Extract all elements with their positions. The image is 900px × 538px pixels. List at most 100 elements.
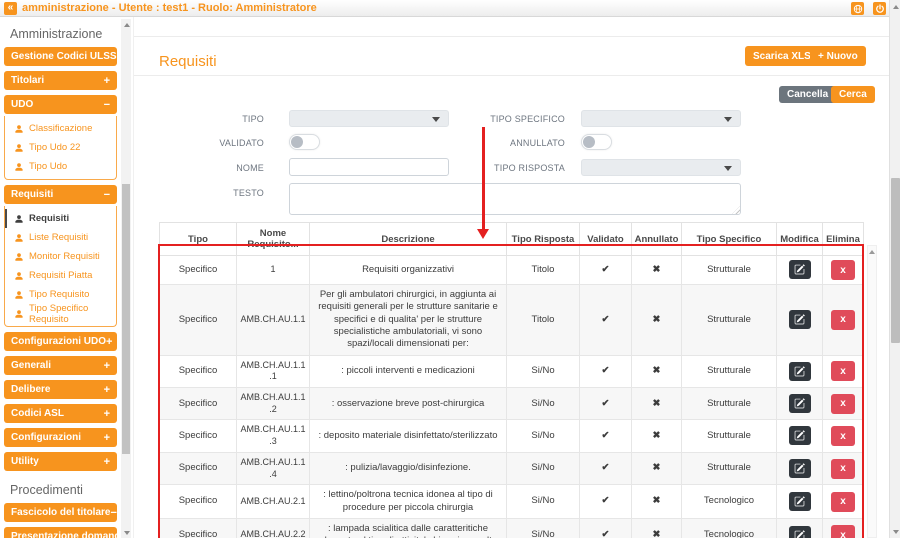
sidebar-item-configurazioni-udo[interactable]: Configurazioni UDO +	[4, 332, 117, 351]
validato-toggle[interactable]	[289, 134, 320, 150]
person-icon	[15, 271, 23, 280]
modifica-button[interactable]	[788, 361, 811, 381]
annullato-toggle[interactable]	[581, 134, 612, 150]
testo-label: TESTO	[233, 188, 264, 198]
column-header-nome-requisito[interactable]: Nome Requisito...	[236, 222, 310, 256]
window-title: amministrazione - Utente : test1 - Ruolo…	[22, 2, 317, 14]
minus-icon: −	[110, 506, 117, 519]
table-row: Specifico AMB.CH.AU.1.1 Per gli ambulatori…	[159, 284, 864, 356]
sidebar-subitem-requisiti[interactable]: Requisiti	[5, 209, 116, 228]
table-row: Specifico AMB.CH.AU.1.1.2: osservazione b…	[159, 387, 864, 421]
testo-textarea[interactable]	[289, 183, 741, 215]
tipo-select[interactable]	[289, 110, 449, 127]
tipo-specifico-select[interactable]	[581, 110, 741, 127]
table-row: Specifico AMB.CH.AU.2.2: lampada scialiti…	[159, 517, 864, 538]
sidebar-subitem-tipo-udo-22[interactable]: Tipo Udo 22	[5, 138, 116, 157]
sidebar-subitem-tipo-udo[interactable]: Tipo Udo	[5, 157, 116, 176]
nome-label: NOME	[236, 163, 264, 173]
chevron-down-icon	[724, 117, 732, 122]
sidebar-subitem-requisiti-piatta[interactable]: Requisiti Piatta	[5, 266, 116, 285]
elimina-button[interactable]: x	[831, 309, 855, 330]
sidebar-subitem-liste-requisiti[interactable]: Liste Requisiti	[5, 228, 116, 247]
sidebar-item-presentazione-domande[interactable]: Presentazione domande	[4, 527, 126, 538]
elimina-button[interactable]: x	[831, 260, 855, 280]
modifica-button[interactable]	[788, 260, 811, 280]
collapse-sidebar-icon[interactable]: «	[4, 1, 17, 15]
column-header-tipo-specifico[interactable]: Tipo Specifico	[681, 222, 777, 256]
annullato-cross-icon: ✖	[631, 451, 682, 486]
modifica-button[interactable]	[788, 426, 811, 446]
person-icon	[15, 252, 23, 261]
column-header-modifica[interactable]: Modifica	[776, 222, 823, 256]
sidebar-subitem-tipo-specifico-requisito[interactable]: Tipo Specifico Requisito	[5, 303, 116, 325]
scarica-xls-button[interactable]: Scarica XLS	[745, 46, 819, 66]
column-header-elimina[interactable]: Elimina	[822, 222, 864, 256]
cancella-button[interactable]: Cancella	[779, 86, 837, 103]
edit-pencil-icon	[794, 264, 805, 275]
sidebar-item-requisiti[interactable]: Requisiti −	[4, 185, 117, 204]
modifica-button[interactable]	[788, 310, 811, 330]
nuovo-button[interactable]: + Nuovo	[810, 46, 866, 66]
sidebar-item-fascicolo-del-titolare[interactable]: Fascicolo del titolare −	[4, 503, 117, 522]
plus-icon: +	[103, 455, 110, 468]
page-scroll-up-icon[interactable]	[890, 1, 900, 12]
sidebar-subitem-tipo-requisito[interactable]: Tipo Requisito	[5, 285, 116, 304]
sidebar-item-udo[interactable]: UDO −	[4, 95, 117, 114]
table-row: Specifico AMB.CH.AU.1.1.3: deposito mater…	[159, 419, 864, 453]
globe-icon[interactable]	[851, 2, 864, 15]
page-scroll-down-icon[interactable]	[890, 526, 900, 537]
divider	[134, 36, 889, 37]
elimina-button[interactable]: x	[831, 361, 855, 382]
sidebar-subitem-classificazione[interactable]: Classificazione	[5, 119, 116, 138]
annullato-cross-icon: ✖	[631, 517, 682, 538]
page-scroll-thumb[interactable]	[891, 178, 900, 343]
page-scrollbar[interactable]	[889, 0, 900, 538]
elimina-button[interactable]: x	[831, 458, 855, 479]
column-header-descrizione[interactable]: Descrizione	[309, 222, 507, 256]
chevron-down-icon	[432, 117, 440, 122]
sidebar-scrollbar[interactable]	[121, 19, 131, 538]
tipo-label: TIPO	[242, 114, 264, 124]
sidebar-scroll-down-icon[interactable]	[121, 527, 132, 538]
tipo-risposta-select[interactable]	[581, 159, 741, 176]
sidebar-item-utility[interactable]: Utility +	[4, 452, 117, 471]
elimina-button[interactable]: x	[831, 426, 855, 447]
sidebar-scroll-up-icon[interactable]	[121, 19, 132, 30]
annullato-cross-icon: ✖	[631, 419, 682, 453]
modifica-button[interactable]	[788, 491, 811, 511]
cerca-button[interactable]: Cerca	[831, 86, 875, 103]
validato-check-icon: ✔	[579, 451, 632, 486]
modifica-button[interactable]	[788, 458, 811, 478]
modifica-button[interactable]	[788, 394, 811, 414]
sidebar-item-configurazioni[interactable]: Configurazioni +	[4, 428, 117, 447]
column-header-annullato[interactable]: Annullato	[631, 222, 682, 256]
column-header-validato[interactable]: Validato	[579, 222, 632, 256]
power-icon[interactable]	[873, 2, 886, 15]
sidebar-item-titolari[interactable]: Titolari +	[4, 71, 117, 90]
sidebar-scroll-thumb[interactable]	[122, 184, 130, 454]
sidebar-subitem-monitor-requisiti[interactable]: Monitor Requisiti	[5, 247, 116, 266]
minus-icon: −	[103, 98, 110, 111]
sidebar-item-gestione-codici-ulss[interactable]: Gestione Codici ULSS +	[4, 47, 123, 66]
sidebar-item-generali[interactable]: Generali +	[4, 356, 117, 375]
table-scroll-up-icon[interactable]	[868, 247, 876, 256]
table-row: Specifico AMB.CH.AU.1.1.1: piccoli interv…	[159, 354, 864, 389]
elimina-button[interactable]: x	[831, 525, 855, 538]
person-icon	[15, 124, 23, 133]
elimina-button[interactable]: x	[831, 491, 855, 512]
validato-check-icon: ✔	[579, 419, 632, 453]
sidebar-item-codici-asl[interactable]: Codici ASL +	[4, 404, 117, 423]
modifica-button[interactable]	[788, 525, 811, 538]
table-scrollbar[interactable]	[867, 245, 877, 538]
person-icon	[15, 233, 23, 242]
table-row: Specifico AMB.CH.AU.1.1.4: pulizia/lavagg…	[159, 451, 864, 486]
validato-check-icon: ✔	[579, 284, 632, 356]
minus-icon: −	[103, 188, 110, 201]
validato-check-icon: ✔	[579, 484, 632, 519]
plus-icon: +	[103, 431, 110, 444]
elimina-button[interactable]: x	[831, 393, 855, 414]
column-header-tipo-risposta[interactable]: Tipo Risposta	[506, 222, 580, 256]
nome-input[interactable]	[289, 158, 449, 176]
sidebar-item-delibere[interactable]: Delibere +	[4, 380, 117, 399]
column-header-tipo[interactable]: Tipo	[159, 222, 237, 256]
